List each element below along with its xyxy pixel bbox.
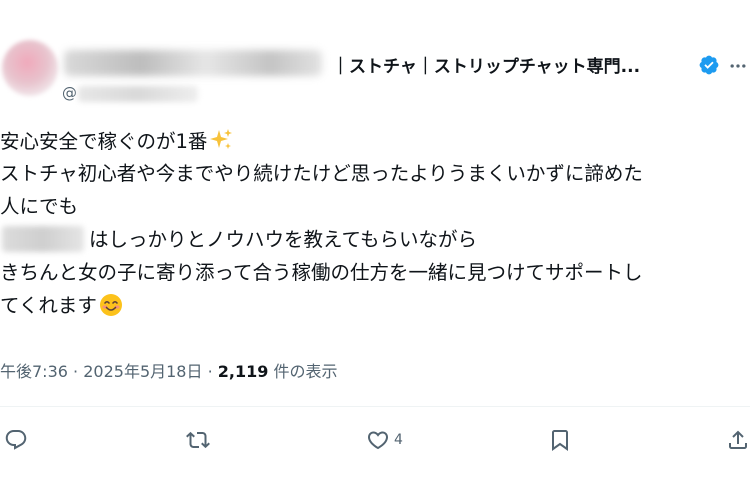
post-line-2: ストチャ初心者や今までやり続けたけど思ったよりうまくいかずに諦めた [0,162,643,185]
like-icon [367,431,389,450]
like-button[interactable]: 4 [366,428,403,452]
meta-separator: · [73,362,79,381]
meta-separator: · [207,362,213,381]
post-meta: 午後7:36 · 2025年5月18日 · 2,119 件の表示 [0,358,337,382]
handle-redacted[interactable] [78,86,198,102]
post-line-1: 安心安全で稼ぐのが1番 [0,128,233,154]
share-button[interactable] [726,428,750,452]
bookmark-icon [552,430,568,451]
more-options-icon[interactable] [728,56,748,76]
repost-button[interactable] [186,428,214,452]
mention-redacted[interactable] [2,226,84,252]
sparkles-emoji-icon [210,129,233,149]
handle-at-sign[interactable]: @ [62,84,77,102]
views-label: 件の表示 [273,362,338,381]
display-name-redacted[interactable] [64,50,322,76]
like-count: 4 [394,432,403,448]
reply-icon [5,430,27,450]
post-line-6: てくれます [0,293,123,319]
divider [0,406,750,407]
post-card: ｜ストチャ｜ストリップチャット専門... @ 安心安全で稼ぐのが1番 ストチャ初… [0,0,750,500]
post-line-3: 人にでも [0,195,79,218]
reply-button[interactable] [4,428,32,452]
avatar[interactable] [2,40,58,96]
display-name[interactable]: ｜ストチャ｜ストリップチャット専門... [332,52,640,77]
views-count: 2,119 [217,362,269,381]
post-date[interactable]: 2025年5月18日 [83,362,202,381]
smiling-face-emoji-icon [99,294,122,316]
post-time[interactable]: 午後7:36 [0,362,68,381]
post-line-5: きちんと女の子に寄り添って合う稼働の仕方を一緒に見つけてサポートし [0,261,643,284]
verified-badge-icon [699,55,719,75]
bookmark-button[interactable] [548,428,576,452]
post-line-4: はしっかりとノウハウを教えてもらいながら [89,228,478,251]
repost-icon [186,431,210,449]
share-icon [729,430,747,449]
